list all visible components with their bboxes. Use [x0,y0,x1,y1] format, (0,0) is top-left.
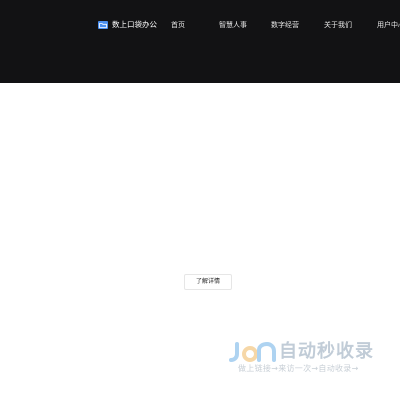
learn-more-button[interactable]: 了解详情 [184,274,232,290]
nav-item-smart-hr[interactable]: 智慧人事 [219,19,247,31]
main-nav: 首页 智慧人事 数字经营 关于我们 用户中心 [0,19,400,31]
nav-item-digital-business[interactable]: 数字经营 [271,19,299,31]
watermark-logo-icon [229,341,276,362]
watermark-title: 自动秒收录 [279,341,374,362]
nav-item-user-center[interactable]: 用户中心 [377,19,400,31]
nav-item-about-us[interactable]: 关于我们 [324,19,352,31]
top-navigation-bar: 数上口袋办公 首页 智慧人事 数字经营 关于我们 用户中心 [0,0,400,83]
watermark-badge: 自动秒收录 做上链接→来访一次→自动收录→ [229,340,389,380]
watermark-subtitle: 做上链接→来访一次→自动收录→ [238,364,359,373]
page: 数上口袋办公 首页 智慧人事 数字经营 关于我们 用户中心 了解详情 自动秒收录… [0,0,400,400]
nav-item-home[interactable]: 首页 [171,19,185,31]
